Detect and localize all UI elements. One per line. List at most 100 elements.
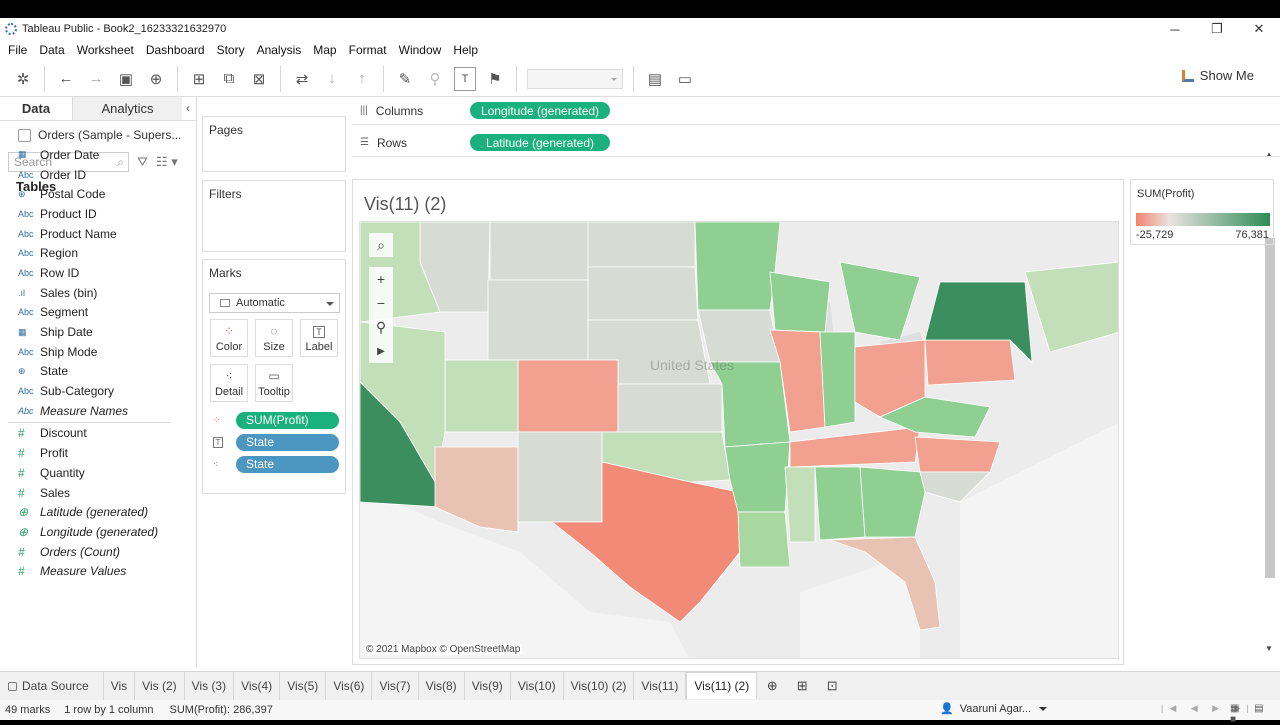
size-button[interactable]: ◌ Size <box>255 319 293 357</box>
highlight-icon[interactable]: ✎ <box>394 67 416 91</box>
map-search-icon[interactable]: ⌕ <box>369 233 393 257</box>
sheet-tab[interactable]: Vis(7) <box>372 671 419 701</box>
state-shape[interactable] <box>517 431 603 523</box>
menu-window[interactable]: Window <box>399 43 442 57</box>
user-menu[interactable]: 👤 Vaaruni Agar... <box>940 702 1047 716</box>
show-cards-icon[interactable]: ▤ <box>644 67 666 91</box>
tab-data[interactable]: Data <box>0 97 72 120</box>
detail-button[interactable]: ⁖ Detail <box>210 364 248 402</box>
state-shape[interactable] <box>697 309 781 363</box>
menu-data[interactable]: Data <box>39 43 64 57</box>
scrollbar-thumb[interactable] <box>1265 238 1275 578</box>
measure-field[interactable]: ⊕ Latitude (generated) <box>0 502 178 522</box>
dimension-field[interactable]: .ıl Sales (bin) <box>0 283 178 303</box>
dimension-field[interactable]: Abc Ship Mode <box>0 342 178 362</box>
label-button[interactable]: T Label <box>300 319 338 357</box>
redo-icon[interactable]: → <box>85 67 107 91</box>
tableau-icon[interactable]: ✲ <box>12 67 34 91</box>
state-shape[interactable] <box>444 359 519 433</box>
columns-shelf[interactable]: ||| Columns Longitude (generated) <box>352 97 1280 125</box>
state-shape[interactable] <box>489 222 589 281</box>
tab-analytics[interactable]: Analytics <box>72 97 182 120</box>
sheet-tab[interactable]: Vis(11) (2) <box>686 671 758 699</box>
dimension-field[interactable]: ⊕ Postal Code <box>0 184 178 204</box>
state-shape[interactable] <box>784 466 816 543</box>
measure-field[interactable]: # Sales <box>0 483 178 503</box>
menu-map[interactable]: Map <box>313 43 336 57</box>
sheet-tab[interactable]: Vis(5) <box>280 671 327 701</box>
worksheet-title[interactable]: Vis(11) (2) <box>364 194 446 215</box>
state-shape[interactable] <box>819 331 856 428</box>
menu-file[interactable]: File <box>8 43 27 57</box>
new-worksheet-icon[interactable]: ⊞ <box>188 67 210 91</box>
state-shape[interactable] <box>487 279 589 361</box>
pin-icon[interactable]: ⚑ <box>484 67 506 91</box>
sum-profit-pill[interactable]: SUM(Profit) <box>236 411 339 429</box>
state-shape[interactable] <box>769 271 831 333</box>
sheet-tab[interactable]: Vis(4) <box>234 671 281 701</box>
expand-toolbar-icon[interactable]: ▶ <box>369 339 393 363</box>
sheet-tab[interactable]: Vis(9) <box>465 671 511 701</box>
state-shape[interactable] <box>814 466 866 541</box>
close-icon[interactable]: ✕ <box>1238 18 1280 40</box>
measure-field[interactable]: ⊕ Longitude (generated) <box>0 522 178 542</box>
dimension-field[interactable]: ⊕ State <box>0 362 178 382</box>
sheet-tab[interactable]: Vis(11) <box>634 671 687 701</box>
dimension-field[interactable]: Abc Sub-Category <box>0 381 178 401</box>
sheet-tab[interactable]: Vis (2) <box>135 671 185 701</box>
menu-worksheet[interactable]: Worksheet <box>77 43 134 57</box>
pin-map-icon[interactable]: ⚲ <box>369 315 393 339</box>
color-button[interactable]: ⁘ Color <box>210 319 248 357</box>
new-data-source-icon[interactable]: ⊕ <box>145 67 167 91</box>
group-icon[interactable]: ⚲ <box>424 67 446 91</box>
state-label-pill[interactable]: State <box>236 433 339 451</box>
measure-field[interactable]: # Profit <box>0 443 178 463</box>
dimension-field[interactable]: Abc Measure Names <box>0 401 178 421</box>
dimension-field[interactable]: Abc Segment <box>0 303 178 323</box>
state-detail-pill[interactable]: State <box>236 455 339 473</box>
show-labels-icon[interactable]: T <box>454 66 476 91</box>
view-toggle-icons[interactable]: ▦ ▤ ■ <box>1230 703 1280 725</box>
dimension-field[interactable]: ▦ Ship Date <box>0 322 178 342</box>
new-dashboard-icon[interactable]: ⊞ <box>787 678 817 694</box>
latitude-pill[interactable]: Latitude (generated) <box>470 134 610 151</box>
dimension-field[interactable]: Abc Region <box>0 243 178 263</box>
state-shape[interactable] <box>517 359 619 433</box>
sheet-tab[interactable]: Vis (3) <box>185 671 235 701</box>
state-shape[interactable] <box>694 222 781 311</box>
save-icon[interactable]: ▣ <box>115 67 137 91</box>
sheet-tab[interactable]: Vis(10) <box>511 671 564 701</box>
mark-type-dropdown[interactable]: Automatic <box>209 293 340 313</box>
new-story-icon[interactable]: ⊡ <box>817 678 847 694</box>
menu-help[interactable]: Help <box>453 43 478 57</box>
new-worksheet-icon[interactable]: ⊕ <box>757 678 787 694</box>
fit-dropdown[interactable] <box>527 68 623 89</box>
zoom-out-icon[interactable]: − <box>369 291 393 315</box>
us-filled-map[interactable] <box>360 222 1119 659</box>
menu-story[interactable]: Story <box>217 43 245 57</box>
measure-field[interactable]: # Orders (Count) <box>0 542 178 562</box>
collapse-pane-icon[interactable]: ‹ <box>186 101 190 115</box>
restore-icon[interactable]: ❐ <box>1196 18 1238 40</box>
state-shape[interactable] <box>587 266 699 321</box>
pages-card[interactable]: Pages <box>202 116 346 172</box>
dimension-field[interactable]: Abc Product ID <box>0 204 178 224</box>
zoom-in-icon[interactable]: + <box>369 267 393 291</box>
map-view[interactable]: United States ⌕ + − ⚲ ▶ © 2021 Mapbox © … <box>359 221 1119 659</box>
color-legend[interactable]: SUM(Profit) -25,729 76,381 <box>1130 179 1274 245</box>
sheet-tab[interactable]: Vis(8) <box>419 671 465 701</box>
dimension-field[interactable]: ▦ Order Date <box>0 145 178 165</box>
presentation-mode-icon[interactable]: ▭ <box>674 67 696 91</box>
state-shape[interactable] <box>859 466 926 538</box>
state-shape[interactable] <box>914 436 1001 473</box>
sheet-tab[interactable]: Vis(10) (2) <box>564 671 635 701</box>
sheet-tab[interactable]: Vis <box>104 671 136 701</box>
undo-icon[interactable]: ← <box>55 67 77 91</box>
state-shape[interactable] <box>737 511 791 568</box>
state-shape[interactable] <box>924 339 1016 386</box>
measure-field[interactable]: # Measure Values <box>0 561 178 581</box>
sheet-tab[interactable]: Vis(6) <box>326 671 373 701</box>
scroll-down-icon[interactable]: ▼ <box>1265 644 1273 653</box>
menu-analysis[interactable]: Analysis <box>257 43 302 57</box>
longitude-pill[interactable]: Longitude (generated) <box>470 102 610 119</box>
